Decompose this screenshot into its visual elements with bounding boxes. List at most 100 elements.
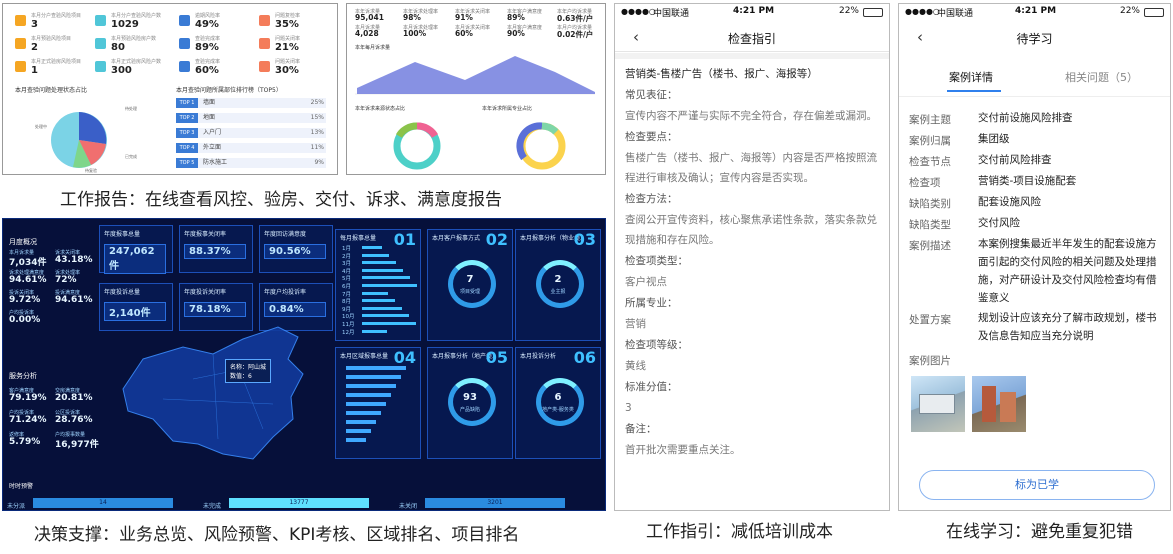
china-map[interactable] <box>103 319 323 469</box>
row-label: 缺陷类型 <box>909 219 951 231</box>
row-label: 检查节点 <box>909 156 951 168</box>
rank-list: TOP 1 墙面 25% TOP 2 地面 15% TOP 3 入户门 13% TOP 4 外立面 1… <box>176 98 331 174</box>
donut-sub: 地产类-服务类 <box>542 407 574 413</box>
tab-divider <box>899 96 1170 97</box>
stat-icon <box>95 15 106 26</box>
overview-value: 7,034件 <box>9 258 47 268</box>
panel-number: 06 <box>573 348 596 367</box>
overview-value: 72% <box>55 275 77 285</box>
analysis-title: 服务分析 <box>9 372 37 380</box>
battery: 22% <box>838 6 859 16</box>
rank-badge: TOP 3 <box>176 128 198 138</box>
stat-icon <box>15 15 26 26</box>
stat-icon <box>259 61 270 72</box>
stat-value: 300 <box>111 65 132 76</box>
battery-icon <box>1144 8 1164 17</box>
rank-name: 墙面 <box>203 99 216 106</box>
rank-name: 防水施工 <box>203 159 228 166</box>
month-bar <box>362 329 387 333</box>
tab-case-detail[interactable]: 案例详情 <box>949 69 993 85</box>
stat-value: 3 <box>31 19 38 30</box>
bottom-title: 时时预警 <box>9 483 34 490</box>
monthly-area-chart <box>355 56 595 95</box>
stat-value: 1029 <box>111 19 139 30</box>
region-bar <box>346 429 371 433</box>
stat-label: 查验完成率 <box>195 59 221 65</box>
stat-label: 本月预验风险项目 <box>31 36 72 42</box>
row-value: 营销类-项目设施配套 <box>978 175 1077 187</box>
kpi-label: 年度投诉总量 <box>104 289 141 296</box>
guide-phone: ●●●●○ 中国联通 4:21 PM 22% ‹ 检查指引 营销类-售楼广告（楼… <box>614 3 890 511</box>
left-title: 月度概况 <box>9 238 37 246</box>
stat-value: 35% <box>275 19 299 30</box>
case-image-1[interactable] <box>911 376 965 432</box>
month-label: 12月 <box>342 329 355 336</box>
month-bar <box>362 276 410 280</box>
kpi-card: 年度报事关闭率 88.37% <box>179 225 253 273</box>
guide-line: 所属专业： <box>625 297 678 309</box>
row-label: 处置方案 <box>909 314 951 326</box>
month-bar <box>362 306 402 310</box>
mark-learned-button[interactable]: 标为已学 <box>919 470 1155 500</box>
rank-name: 入户门 <box>203 129 222 136</box>
row-label: 缺陷类别 <box>909 198 951 210</box>
donut-value: 93 <box>463 392 477 403</box>
rank-row: TOP 3 入户门 13% <box>176 128 326 138</box>
caption-study: 在线学习：避免重复犯错 <box>946 522 1133 542</box>
guide-line: 检查要点： <box>625 131 678 143</box>
metric-value: 98% <box>403 13 421 22</box>
guide-line: 客户视点 <box>625 276 667 288</box>
guide-line: 黄线 <box>625 360 646 372</box>
stat-label: 逾期风险率 <box>195 13 221 19</box>
kpi-label: 年度回访满意度 <box>264 231 307 238</box>
overview-value: 43.18% <box>55 255 93 265</box>
source-donut <box>393 122 441 170</box>
guide-line: 查阅公开宣传资料，核心聚焦承诺性条款，落实条款兑现措施和存在风险。 <box>625 214 877 246</box>
warning-value: 13777 <box>229 498 369 508</box>
stat-value: 30% <box>275 65 299 76</box>
guide-line: 标准分值： <box>625 381 678 393</box>
page-title: 检查指引 <box>727 32 776 46</box>
stat-item: 问题关闭率 21% <box>259 35 337 57</box>
panel-01: 每月报事总量 01 1月 2月 3月 4月 5月 6月 7月 8月 9月 10月 11月 12月 <box>335 229 421 341</box>
stat-icon <box>179 61 190 72</box>
stat-item: 本月预验风险房户数 80 <box>95 35 177 57</box>
donut1-title: 本年诉求来源状态占比 <box>355 106 406 112</box>
case-image-2[interactable] <box>972 376 1026 432</box>
decision-dashboard: 月度概况 本月诉求量 7,034件 诉求关闭率 43.18% 诉求处理满意度 94.61%… <box>2 218 606 511</box>
rank-badge: TOP 2 <box>176 113 198 123</box>
status-bar: ●●●●○ 中国联通 4:21 PM 22% <box>899 4 1170 22</box>
kpi-value: 90.56% <box>264 244 326 259</box>
row-value: 交付前设施风险排查 <box>978 112 1073 124</box>
area-series <box>357 56 595 94</box>
panel-title: 本月客户报事方式 <box>432 235 481 242</box>
images-label: 案例图片 <box>909 355 951 367</box>
region-bar <box>346 420 376 424</box>
row-value: 本案例搜集最近半年发生的配套设施方面引起的交付风险的相关问题及处理措施，对产研设… <box>978 238 1157 304</box>
warning-value: 3201 <box>425 498 565 508</box>
panel-05: 本月报事分析（地产类） 05 93 产品缺陷 <box>427 347 513 459</box>
complaint-report-panel: 本年诉求量 95,041 本年诉求处理率 98% 本年诉求关闭率 91% 本年客户满意度 89… <box>346 3 606 175</box>
stat-label: 本月预验风险房户数 <box>111 36 157 42</box>
analysis-value: 5.79% <box>9 437 41 447</box>
region-bar <box>346 393 391 397</box>
month-bar <box>362 314 409 318</box>
tab-related-issues[interactable]: 相关问题（5） <box>1065 69 1138 85</box>
battery-icon <box>863 8 883 17</box>
guide-line: 售楼广告（楼书、报广、海报等）内容是否严格按照流程进行审核及确认；宣传内容是否实… <box>625 152 877 184</box>
time: 4:21 PM <box>733 6 775 16</box>
caption-report: 工作报告：在线查看风控、验房、交付、诉求、满意度报告 <box>60 190 502 210</box>
panel-number: 05 <box>485 348 508 367</box>
month-bar <box>362 253 389 257</box>
stat-item: 本月分户查验风险户数 1029 <box>95 12 177 34</box>
stat-label: 本月分户查验风险户数 <box>111 13 162 19</box>
analysis-value: 20.81% <box>55 393 93 403</box>
stat-icon <box>15 61 26 72</box>
guide-line: 营销 <box>625 318 646 330</box>
region-bar <box>346 438 366 442</box>
carrier: 中国联通 <box>937 9 974 19</box>
rank-row: TOP 1 墙面 25% <box>176 98 326 108</box>
panel-title: 本月投诉分析 <box>520 353 557 360</box>
guide-line: 首开批次需要重点关注。 <box>625 444 741 456</box>
popup-name: 名称：阿山城 <box>230 364 267 371</box>
